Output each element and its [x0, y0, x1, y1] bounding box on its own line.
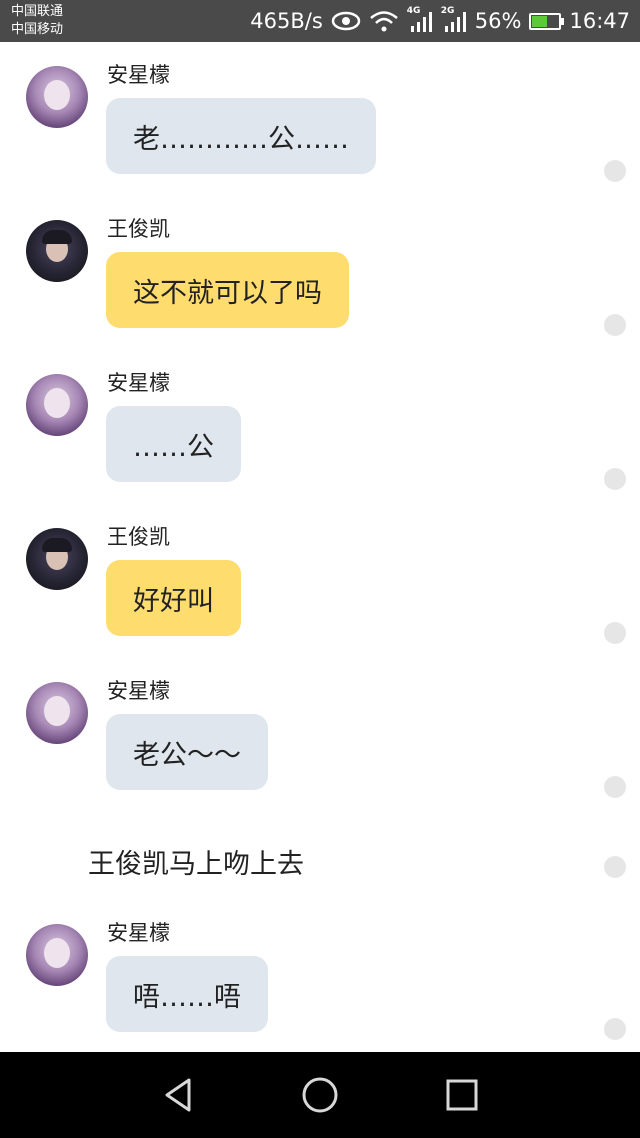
sender-name: 安星檬 [107, 63, 170, 87]
message-bubble[interactable]: 唔……唔 [106, 956, 268, 1032]
avatar[interactable] [26, 682, 88, 744]
carrier-name-2: 中国移动 [11, 22, 64, 37]
back-icon[interactable] [158, 1075, 198, 1115]
status-dot [604, 1018, 626, 1040]
status-indicators: 465B/s 4G 2G 56% 16:47 [250, 0, 630, 42]
message-bubble[interactable]: ……公 [106, 406, 241, 482]
sender-name: 王俊凯 [107, 217, 170, 241]
message-bubble[interactable]: 这不就可以了吗 [106, 252, 349, 328]
status-dot [604, 622, 626, 644]
sender-name: 安星檬 [107, 921, 170, 945]
sender-name: 安星檬 [107, 371, 170, 395]
recents-icon[interactable] [442, 1075, 482, 1115]
avatar[interactable] [26, 374, 88, 436]
signal-2-type: 2G [440, 6, 455, 16]
signal-icon: 2G [440, 6, 467, 34]
signal-1-type: 4G [406, 6, 421, 16]
avatar[interactable] [26, 220, 88, 282]
battery-body [529, 12, 565, 30]
carrier-name-1: 中国联通 [11, 4, 64, 19]
status-dot [604, 856, 626, 878]
avatar[interactable] [26, 66, 88, 128]
sender-name: 王俊凯 [107, 525, 170, 549]
clock-time: 16:47 [569, 9, 630, 33]
wifi-icon [369, 9, 399, 33]
chat-area[interactable]: 安星檬 老…………公…… 王俊凯 这不就可以了吗 安星檬 ……公 王俊凯 好好叫… [0, 42, 640, 1052]
status-bar: 中国联通 中国移动 465B/s 4G 2G 56% 16:47 [0, 0, 640, 42]
avatar[interactable] [26, 924, 88, 986]
eye-icon [331, 11, 361, 31]
status-dot [604, 776, 626, 798]
home-icon[interactable] [300, 1075, 340, 1115]
status-dot [604, 314, 626, 336]
sender-name: 安星檬 [107, 679, 170, 703]
navigation-bar [0, 1052, 640, 1138]
network-speed: 465B/s [250, 9, 323, 33]
status-dot [604, 160, 626, 182]
avatar[interactable] [26, 528, 88, 590]
narration-text: 王俊凯马上吻上去 [88, 849, 304, 880]
battery-icon [529, 12, 565, 30]
message-bubble[interactable]: 好好叫 [106, 560, 241, 636]
carrier-info: 中国联通 中国移动 [11, 3, 63, 39]
signal-icon: 4G [406, 6, 433, 34]
message-bubble[interactable]: 老…………公…… [106, 98, 376, 174]
battery-percent: 56% [474, 9, 522, 33]
message-bubble[interactable]: 老公～～ [106, 714, 268, 790]
battery-fill [532, 15, 548, 27]
status-dot [604, 468, 626, 490]
